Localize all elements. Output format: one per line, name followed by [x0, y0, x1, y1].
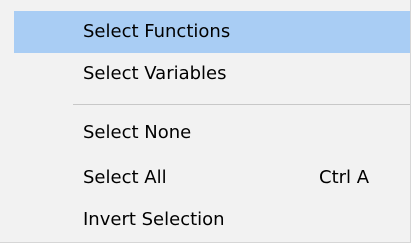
context-menu: Select Functions Select Variables Select… [0, 0, 411, 243]
menu-item-label: Select Variables [83, 63, 227, 84]
menu-item-select-none[interactable]: Select None [14, 112, 410, 154]
menu-item-select-functions[interactable]: Select Functions [14, 11, 410, 53]
menu-item-label: Invert Selection [83, 209, 225, 230]
menu-item-label: Select All [83, 167, 167, 188]
menu-item-invert-selection[interactable]: Invert Selection [14, 199, 410, 241]
menu-item-select-variables[interactable]: Select Variables [14, 53, 410, 95]
menu-item-shortcut: Ctrl A [319, 167, 370, 188]
menu-item-label: Select None [83, 122, 192, 143]
menu-item-label: Select Functions [83, 21, 231, 42]
menu-item-select-all[interactable]: Select All Ctrl A [14, 157, 410, 199]
menu-separator [73, 104, 410, 105]
